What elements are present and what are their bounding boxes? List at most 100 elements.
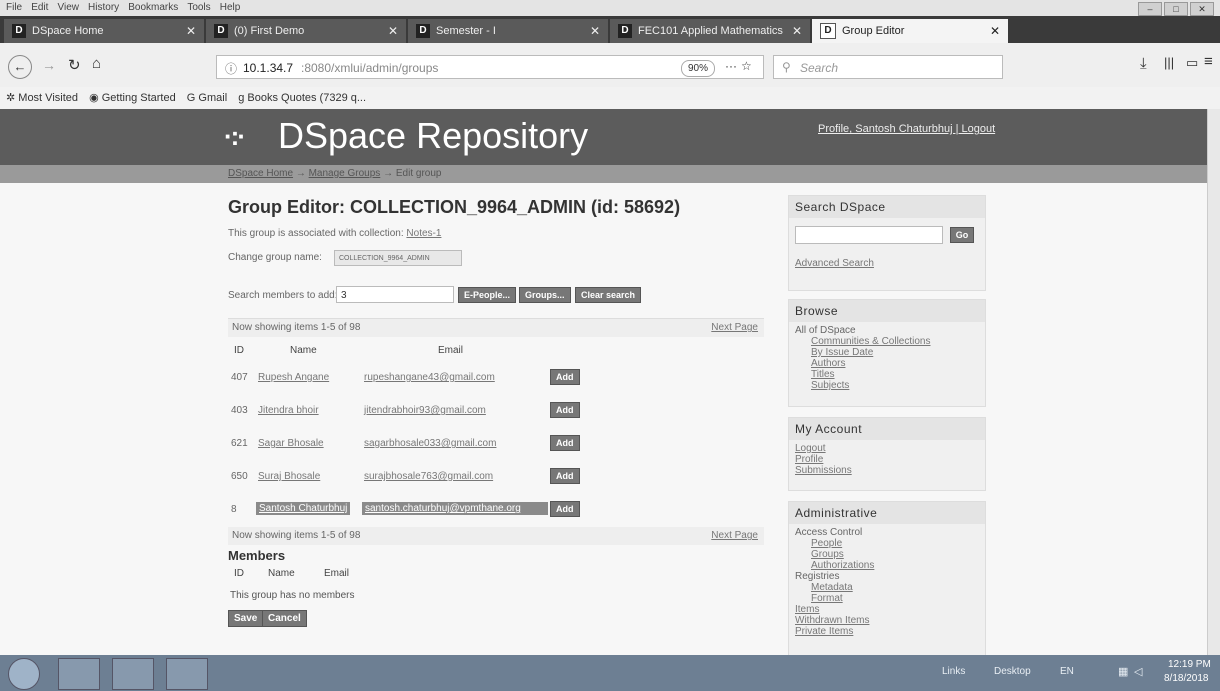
page-actions-icon[interactable]: ··· [725, 59, 737, 73]
maximize-icon[interactable]: □ [1164, 2, 1188, 16]
forward-icon[interactable]: → [42, 57, 56, 73]
desktop-toolbar[interactable]: Desktop [994, 666, 1031, 677]
clock-date[interactable]: 8/18/2018 [1164, 673, 1209, 684]
collection-link[interactable]: Notes-1 [406, 228, 441, 239]
back-icon[interactable]: ← [8, 55, 32, 79]
withdrawn-items-link[interactable]: Withdrawn Items [795, 615, 869, 626]
row-email[interactable]: jitendrabhoir93@gmail.com [364, 405, 486, 416]
row-name[interactable]: Sagar Bhosale [258, 438, 324, 449]
tab-semester[interactable]: D Semester - I ✕ [408, 19, 608, 43]
logout-link[interactable]: Logout [795, 443, 826, 454]
add-button[interactable]: Add [550, 501, 580, 517]
google-icon: G [186, 92, 196, 104]
close-tab-icon[interactable]: ✕ [388, 19, 398, 43]
library-icon[interactable]: ||| [1164, 55, 1174, 70]
network-icon[interactable]: ▦ [1118, 665, 1128, 678]
breadcrumb-home[interactable]: DSpace Home [228, 168, 293, 179]
submissions-link[interactable]: Submissions [795, 465, 852, 476]
tab-first-demo[interactable]: D (0) First Demo ✕ [206, 19, 406, 43]
browse-issue-date-link[interactable]: By Issue Date [811, 347, 873, 358]
star-icon[interactable]: ☆ [741, 59, 752, 73]
advanced-search-link[interactable]: Advanced Search [795, 258, 874, 269]
go-button[interactable]: Go [949, 226, 975, 243]
sidebar-search-input[interactable] [795, 226, 943, 244]
profile-link[interactable]: Profile [795, 454, 823, 465]
menu-edit[interactable]: Edit [31, 0, 48, 16]
page-scrollbar[interactable] [1207, 109, 1220, 655]
row-name[interactable]: Suraj Bhosale [258, 471, 320, 482]
tab-group-editor[interactable]: D Group Editor ✕ [812, 19, 1008, 43]
sidebar-icon[interactable]: ▭ [1186, 55, 1198, 71]
metadata-link[interactable]: Metadata [811, 582, 853, 593]
close-tab-icon[interactable]: ✕ [590, 19, 600, 43]
menu-file[interactable]: File [6, 0, 22, 16]
row-email[interactable]: sagarbhosale033@gmail.com [364, 438, 496, 449]
firefox-taskbar-icon[interactable] [58, 658, 100, 690]
breadcrumb-manage-groups[interactable]: Manage Groups [309, 168, 381, 179]
close-tab-icon[interactable]: ✕ [792, 19, 802, 43]
row-email[interactable]: surajbhosale763@gmail.com [364, 471, 493, 482]
row-name[interactable]: Rupesh Angane [258, 372, 329, 383]
search-members-input[interactable]: 3 [336, 286, 454, 303]
minimize-icon[interactable]: – [1138, 2, 1162, 16]
menu-bookmarks[interactable]: Bookmarks [128, 0, 178, 16]
menu-view[interactable]: View [57, 0, 79, 16]
language-indicator[interactable]: EN [1060, 666, 1074, 677]
tab-applied-math[interactable]: D FEC101 Applied Mathematics ✕ [610, 19, 810, 43]
close-window-icon[interactable]: ✕ [1190, 2, 1214, 16]
explorer-taskbar-icon[interactable] [112, 658, 154, 690]
close-tab-icon[interactable]: ✕ [990, 19, 1000, 43]
menu-tools[interactable]: Tools [187, 0, 210, 16]
browse-communities-link[interactable]: Communities & Collections [811, 336, 931, 347]
add-button[interactable]: Add [550, 369, 580, 385]
clock-time[interactable]: 12:19 PM [1168, 659, 1211, 670]
next-page-link[interactable]: Next Page [711, 322, 758, 333]
search-box[interactable]: ⚲ Search [773, 55, 1003, 79]
reload-icon[interactable]: ↻ [68, 56, 81, 74]
groups-button[interactable]: Groups... [519, 287, 571, 303]
close-tab-icon[interactable]: ✕ [186, 19, 196, 43]
items-link[interactable]: Items [795, 604, 819, 615]
add-button[interactable]: Add [550, 435, 580, 451]
download-icon[interactable]: ⤓ [1140, 55, 1147, 72]
tab-dspace-home[interactable]: D DSpace Home ✕ [4, 19, 204, 43]
cancel-button[interactable]: Cancel [262, 610, 307, 627]
row-id: 407 [231, 372, 248, 383]
bookmark-most-visited[interactable]: Most Visited [18, 92, 78, 104]
group-name-input[interactable]: COLLECTION_9964_ADMIN [334, 250, 462, 266]
row-email[interactable]: santosh.chaturbhuj@vpmthane.org [362, 502, 548, 515]
browse-titles-link[interactable]: Titles [811, 369, 835, 380]
menu-history[interactable]: History [88, 0, 119, 16]
paint-taskbar-icon[interactable] [166, 658, 208, 690]
clear-search-button[interactable]: Clear search [575, 287, 642, 303]
url-bar[interactable]: ⓘ 10.1.34.7 :8080/xmlui/admin/groups 90%… [216, 55, 764, 79]
bookmark-books-quotes[interactable]: Books Quotes (7329 q... [247, 92, 366, 104]
people-link[interactable]: People [811, 538, 842, 549]
add-button[interactable]: Add [550, 468, 580, 484]
authorizations-link[interactable]: Authorizations [811, 560, 874, 571]
save-button[interactable]: Save [228, 610, 264, 627]
row-name[interactable]: Jitendra bhoir [258, 405, 319, 416]
links-toolbar[interactable]: Links [942, 666, 965, 677]
row-name[interactable]: Santosh Chaturbhuj [256, 502, 351, 515]
epeople-button[interactable]: E-People... [458, 287, 517, 303]
bookmark-getting-started[interactable]: Getting Started [102, 92, 176, 104]
user-links[interactable]: Profile, Santosh Chaturbhuj | Logout [818, 123, 995, 135]
private-items-link[interactable]: Private Items [795, 626, 853, 637]
home-icon[interactable]: ⌂ [92, 55, 101, 72]
site-title[interactable]: DSpace Repository [278, 115, 588, 157]
bookmark-gmail[interactable]: Gmail [198, 92, 227, 104]
add-button[interactable]: Add [550, 402, 580, 418]
groups-link[interactable]: Groups [811, 549, 844, 560]
info-icon[interactable]: ⓘ [225, 60, 237, 77]
browse-authors-link[interactable]: Authors [811, 358, 845, 369]
volume-icon[interactable]: ◁ [1134, 665, 1142, 678]
start-button-icon[interactable] [8, 658, 40, 690]
next-page-link[interactable]: Next Page [711, 530, 758, 541]
menu-help[interactable]: Help [220, 0, 241, 16]
row-email[interactable]: rupeshangane43@gmail.com [364, 372, 495, 383]
hamburger-menu-icon[interactable]: ≡ [1204, 53, 1213, 70]
browse-subjects-link[interactable]: Subjects [811, 380, 849, 391]
format-link[interactable]: Format [811, 593, 843, 604]
zoom-badge[interactable]: 90% [681, 60, 715, 77]
